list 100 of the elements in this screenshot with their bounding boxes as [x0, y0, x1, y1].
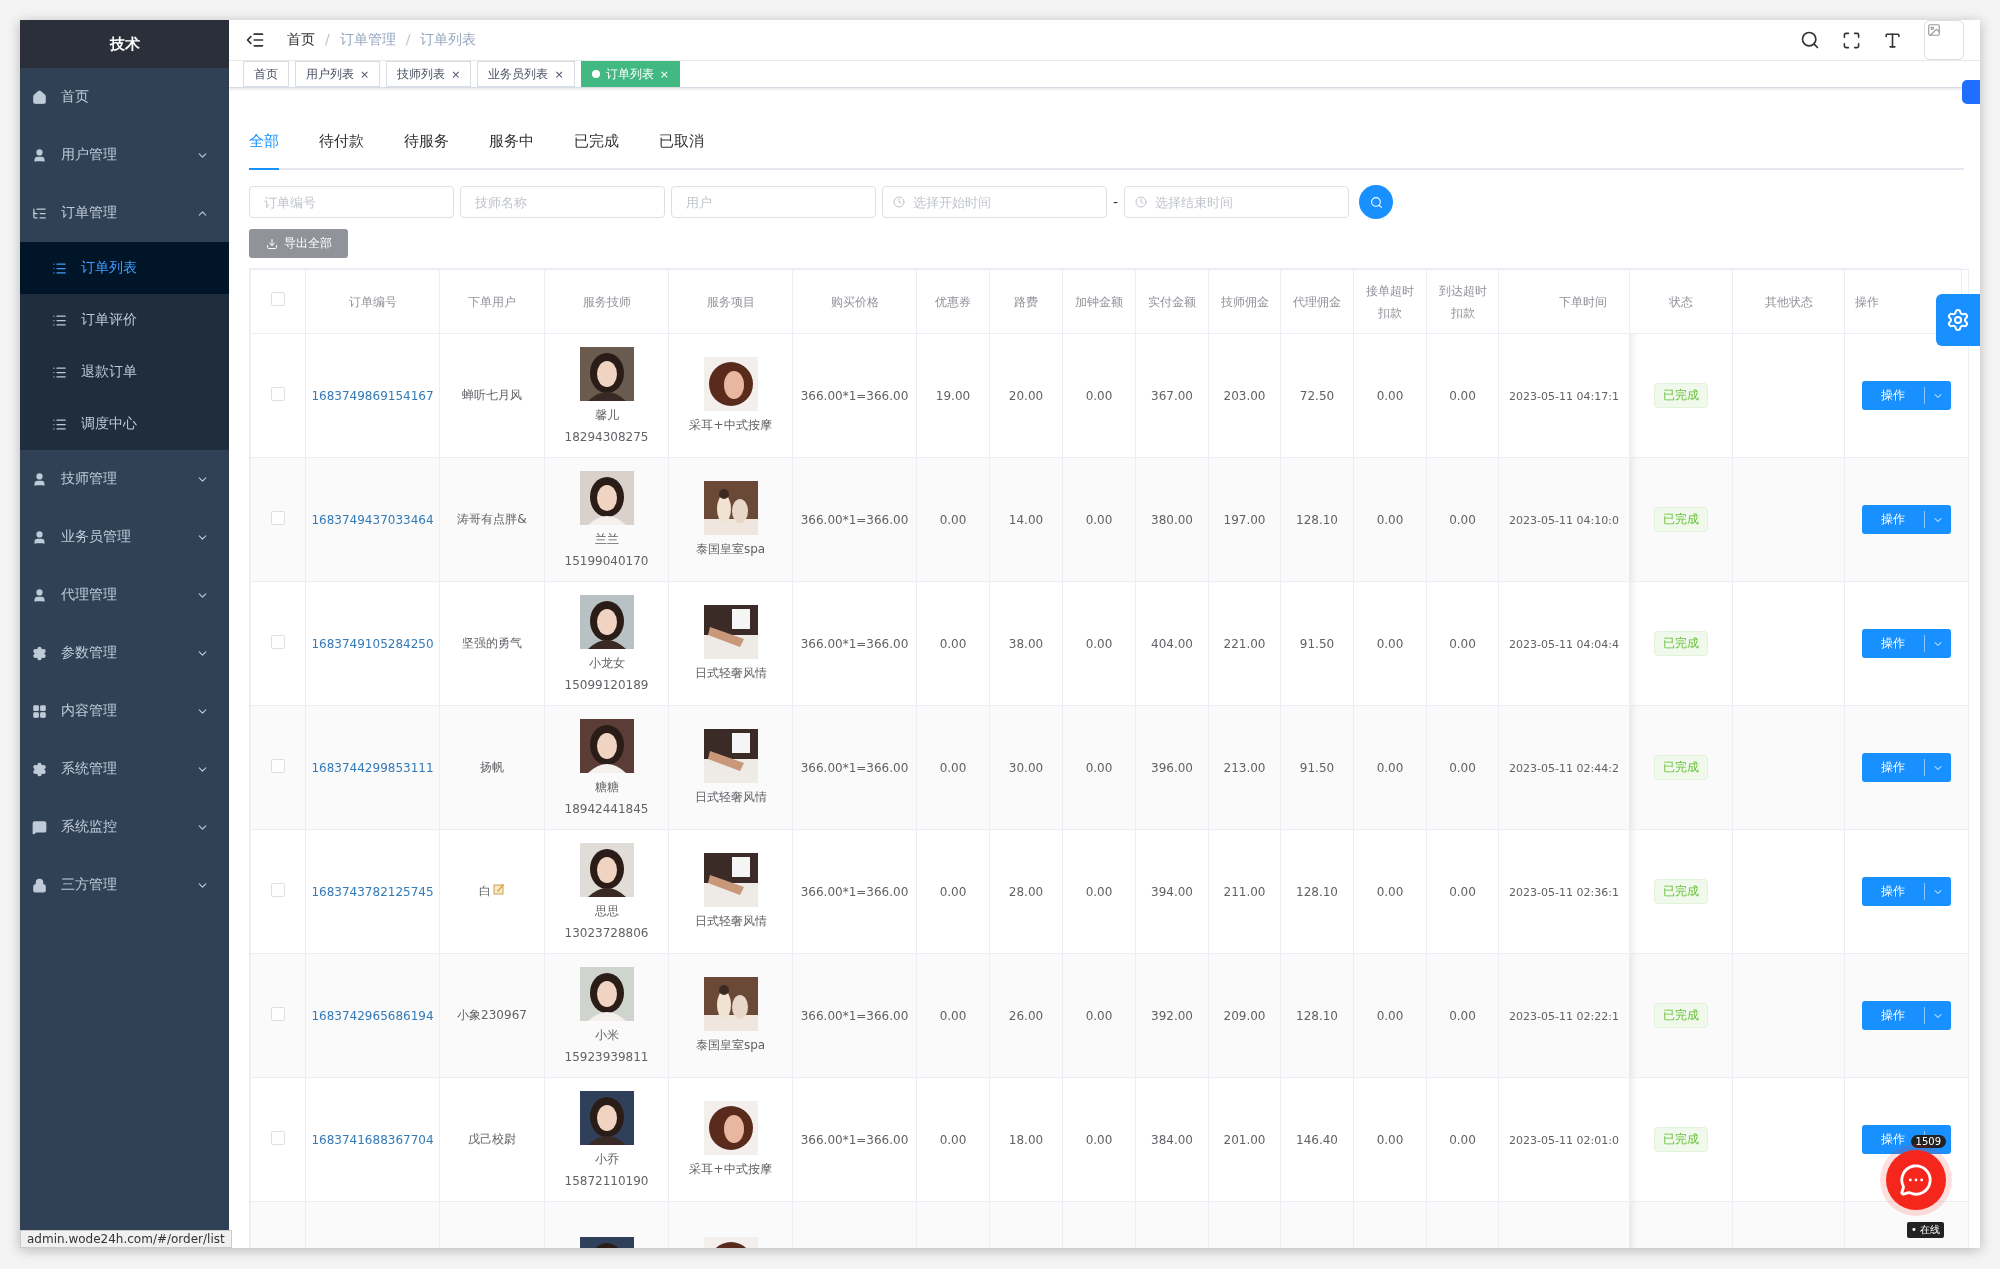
checkbox[interactable]	[271, 635, 285, 649]
technician-field[interactable]: 技师名称	[460, 186, 665, 218]
tag-label: 业务员列表	[488, 65, 549, 83]
breadcrumb-item[interactable]: 首页	[287, 31, 315, 49]
technician-phone: 15923939811	[564, 1050, 649, 1064]
page-tag[interactable]: 业务员列表 ×	[477, 61, 575, 87]
sidebar-title: 技术	[20, 20, 229, 68]
submenu-item[interactable]: 调度中心	[20, 398, 229, 450]
service-name: 采耳+中式按摩	[689, 417, 772, 434]
column-header: 到达超时扣款	[1426, 269, 1499, 334]
end-date-field[interactable]: 选择结束时间	[1124, 186, 1350, 218]
column-header: 其他状态	[1732, 269, 1845, 334]
menu-item-icon	[32, 147, 47, 163]
menu-item-icon	[32, 89, 47, 105]
search-button[interactable]	[1359, 185, 1394, 219]
tag-label: 技师列表	[397, 65, 446, 83]
table-cell: 0.00	[1376, 884, 1404, 899]
status-tab[interactable]: 待服务	[404, 132, 449, 170]
checkbox[interactable]	[271, 1007, 285, 1021]
order-number-link[interactable]: 1683749105284250	[311, 636, 434, 651]
checkbox[interactable]	[271, 1131, 285, 1145]
table-cell: 0.00	[939, 512, 967, 527]
table-cell: 戊己校尉	[468, 1132, 516, 1146]
status-tab[interactable]: 已完成	[574, 132, 619, 170]
column-header: 加钟金额	[1062, 269, 1136, 334]
table-cell: 涛哥有点胖&	[457, 512, 527, 526]
menu-item-icon	[32, 471, 47, 487]
page-tag[interactable]: 技师列表 ×	[386, 61, 472, 87]
status-tab[interactable]: 待付款	[319, 132, 364, 170]
table-cell: 146.40	[1296, 1132, 1338, 1147]
table-cell: 28.00	[1008, 884, 1044, 899]
status-tab[interactable]: 全部	[249, 132, 279, 170]
close-icon[interactable]: ×	[451, 67, 461, 81]
online-status: • 在线	[1906, 1222, 1944, 1238]
unread-badge: 1509	[1910, 1135, 1946, 1148]
table-cell: 209.00	[1223, 1008, 1266, 1023]
table-cell: 0.00	[1449, 884, 1476, 899]
order-number-field[interactable]: 订单编号	[249, 186, 454, 218]
column-header: 服务项目	[668, 269, 793, 334]
submenu-item[interactable]: 订单评价	[20, 294, 229, 346]
column-header: 实付金额	[1135, 269, 1209, 334]
checkbox[interactable]	[271, 511, 285, 525]
table-cell: 384.00	[1151, 1132, 1193, 1147]
order-number-link[interactable]: 1683741688367704	[311, 1132, 434, 1147]
table-cell: 201.00	[1223, 1132, 1266, 1147]
checkbox[interactable]	[271, 387, 285, 401]
column-header: 路费	[989, 269, 1063, 334]
table-cell: 20.00	[1008, 388, 1044, 403]
order-number-link[interactable]: 1683744299853111	[311, 760, 434, 775]
table-cell: 扬帆	[480, 760, 504, 774]
fullscreen-icon[interactable]	[1842, 30, 1861, 50]
user-field[interactable]: 用户	[671, 186, 876, 218]
status-tab[interactable]: 已取消	[659, 132, 704, 170]
column-header: 接单超时扣款	[1353, 269, 1427, 334]
table-cell: 404.00	[1151, 636, 1193, 651]
order-number-link[interactable]: 1683749437033464	[311, 512, 434, 527]
table-cell: 380.00	[1151, 512, 1193, 527]
tag-label: 用户列表	[306, 65, 354, 83]
order-number-link[interactable]: 1683743782125745	[311, 884, 434, 899]
technician-phone: 13023728806	[564, 926, 649, 940]
table-cell: 128.10	[1296, 1008, 1338, 1023]
checkbox[interactable]	[271, 883, 285, 897]
table-cell: 0.00	[939, 760, 967, 775]
extension-icon[interactable]	[1962, 80, 1980, 104]
column-header: 下单时间	[1498, 269, 1630, 334]
table-cell: 0.00	[1449, 636, 1476, 651]
service-name: 采耳+中式按摩	[689, 1161, 772, 1178]
search-icon[interactable]	[1800, 30, 1820, 50]
table-cell: 366.00*1=366.00	[800, 512, 909, 527]
table-cell: 18.00	[1008, 1132, 1044, 1147]
table-cell: 30.00	[1008, 760, 1044, 775]
menu-icon[interactable]	[245, 30, 265, 50]
avatar[interactable]	[1924, 20, 1964, 60]
table-cell: 0.00	[939, 636, 967, 651]
table-cell: 0.00	[1085, 388, 1113, 403]
clock-icon	[1135, 196, 1148, 208]
menu-item-icon	[32, 205, 47, 221]
settings-button[interactable]	[1936, 294, 1980, 346]
order-number-link[interactable]: 1683742965686194	[311, 1008, 434, 1023]
table-cell: 0.00	[1376, 512, 1404, 527]
menu-item-icon	[32, 587, 47, 603]
technician-name: 小米	[594, 1027, 619, 1044]
page-tag[interactable]: 用户列表 ×	[295, 61, 381, 87]
status-tab[interactable]: 服务中	[489, 132, 534, 170]
technician-phone: 15872110190	[564, 1174, 649, 1188]
submenu-item[interactable]: 退款订单	[20, 346, 229, 398]
technician-phone: 15199040170	[564, 554, 649, 568]
table-cell: 0.00	[1449, 1132, 1476, 1147]
menu-item-icon	[32, 529, 47, 545]
start-date-field[interactable]: 选择开始时间	[882, 186, 1107, 218]
submenu-item[interactable]: 订单列表	[20, 242, 229, 294]
table-cell: 0.00	[1449, 760, 1476, 775]
close-icon[interactable]: ×	[360, 67, 370, 81]
checkbox[interactable]	[271, 759, 285, 773]
text-size-icon[interactable]	[1883, 30, 1902, 50]
service-name: 日式轻奢风情	[694, 913, 767, 930]
close-icon[interactable]: ×	[554, 67, 564, 81]
checkbox[interactable]	[271, 291, 285, 306]
page-tag[interactable]: 首页	[243, 61, 289, 87]
order-number-link[interactable]: 1683749869154167	[311, 388, 434, 403]
